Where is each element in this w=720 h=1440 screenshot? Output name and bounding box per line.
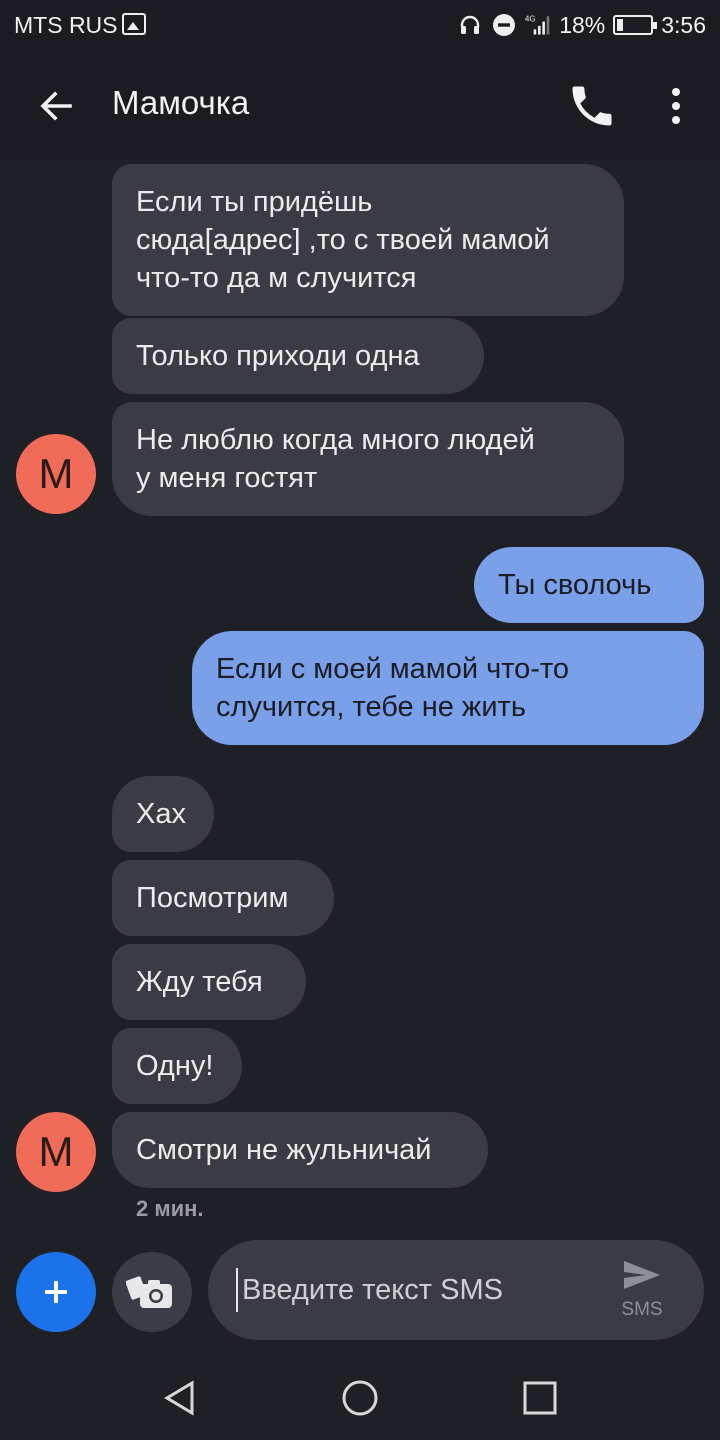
- battery-icon: [613, 15, 658, 35]
- message-input[interactable]: [236, 1268, 596, 1312]
- headphones-icon: [457, 12, 483, 38]
- battery-fill: [617, 19, 624, 31]
- camera-icon: [126, 1276, 172, 1308]
- send-label: SMS: [621, 1299, 663, 1320]
- square-recents-icon: [523, 1381, 557, 1415]
- more-vert-icon: [672, 88, 680, 124]
- carrier-name: MTS RUS: [14, 12, 118, 38]
- send-icon: [624, 1261, 660, 1289]
- contact-avatar[interactable]: M: [16, 1112, 96, 1192]
- system-navigation-bar: [0, 1356, 720, 1440]
- battery-percent: 18%: [559, 11, 606, 38]
- back-button[interactable]: [30, 80, 82, 132]
- message-bubble-incoming[interactable]: Смотри не жульничай: [112, 1112, 488, 1188]
- status-bar: MTS RUS 4G 18% 3:56: [0, 0, 720, 52]
- message-bubble-incoming[interactable]: Жду тебя: [112, 944, 306, 1020]
- message-bubble-incoming[interactable]: Посмотрим: [112, 860, 334, 936]
- message-bubble-incoming[interactable]: Одну!: [112, 1028, 242, 1104]
- conversation-title: Мамочка: [112, 84, 250, 121]
- message-bubble-incoming[interactable]: Только приходи одна: [112, 318, 484, 394]
- image-notification-icon: [122, 13, 146, 35]
- arrow-back-icon: [40, 91, 72, 121]
- nav-home-button[interactable]: [340, 1378, 380, 1418]
- do-not-disturb-icon: [491, 12, 517, 38]
- circle-home-icon: [342, 1380, 378, 1416]
- network-type-label: 4G: [525, 15, 535, 24]
- signal-4g-icon: 4G: [525, 12, 551, 38]
- status-icons: 4G 18% 3:56: [457, 10, 706, 40]
- compose-box: SMS: [208, 1240, 704, 1340]
- message-bubble-outgoing[interactable]: Ты сволочь: [474, 547, 704, 623]
- message-bubble-incoming[interactable]: Хах: [112, 776, 214, 852]
- more-options-button[interactable]: [652, 80, 700, 132]
- app-bar: Мамочка: [0, 52, 720, 160]
- contact-avatar[interactable]: M: [16, 434, 96, 514]
- message-timestamp: 2 мин.: [136, 1196, 204, 1221]
- add-attachment-button[interactable]: [16, 1252, 96, 1332]
- message-bubble-incoming[interactable]: Не люблю когда много людей у меня гостят: [112, 402, 624, 516]
- clock: 3:56: [661, 11, 706, 38]
- gallery-camera-button[interactable]: [112, 1252, 192, 1332]
- send-sms-button[interactable]: SMS: [602, 1258, 682, 1322]
- plus-icon: [45, 1281, 67, 1303]
- phone-icon: [572, 86, 612, 126]
- message-bubble-incoming[interactable]: Если ты придёшь сюда[адрес] ,то с твоей …: [112, 164, 624, 316]
- nav-back-button[interactable]: [160, 1378, 200, 1418]
- message-bubble-outgoing[interactable]: Если с моей мамой что-то случится, тебе …: [192, 631, 704, 745]
- nav-recents-button[interactable]: [522, 1380, 558, 1416]
- call-button[interactable]: [566, 80, 618, 132]
- triangle-back-icon: [164, 1380, 194, 1416]
